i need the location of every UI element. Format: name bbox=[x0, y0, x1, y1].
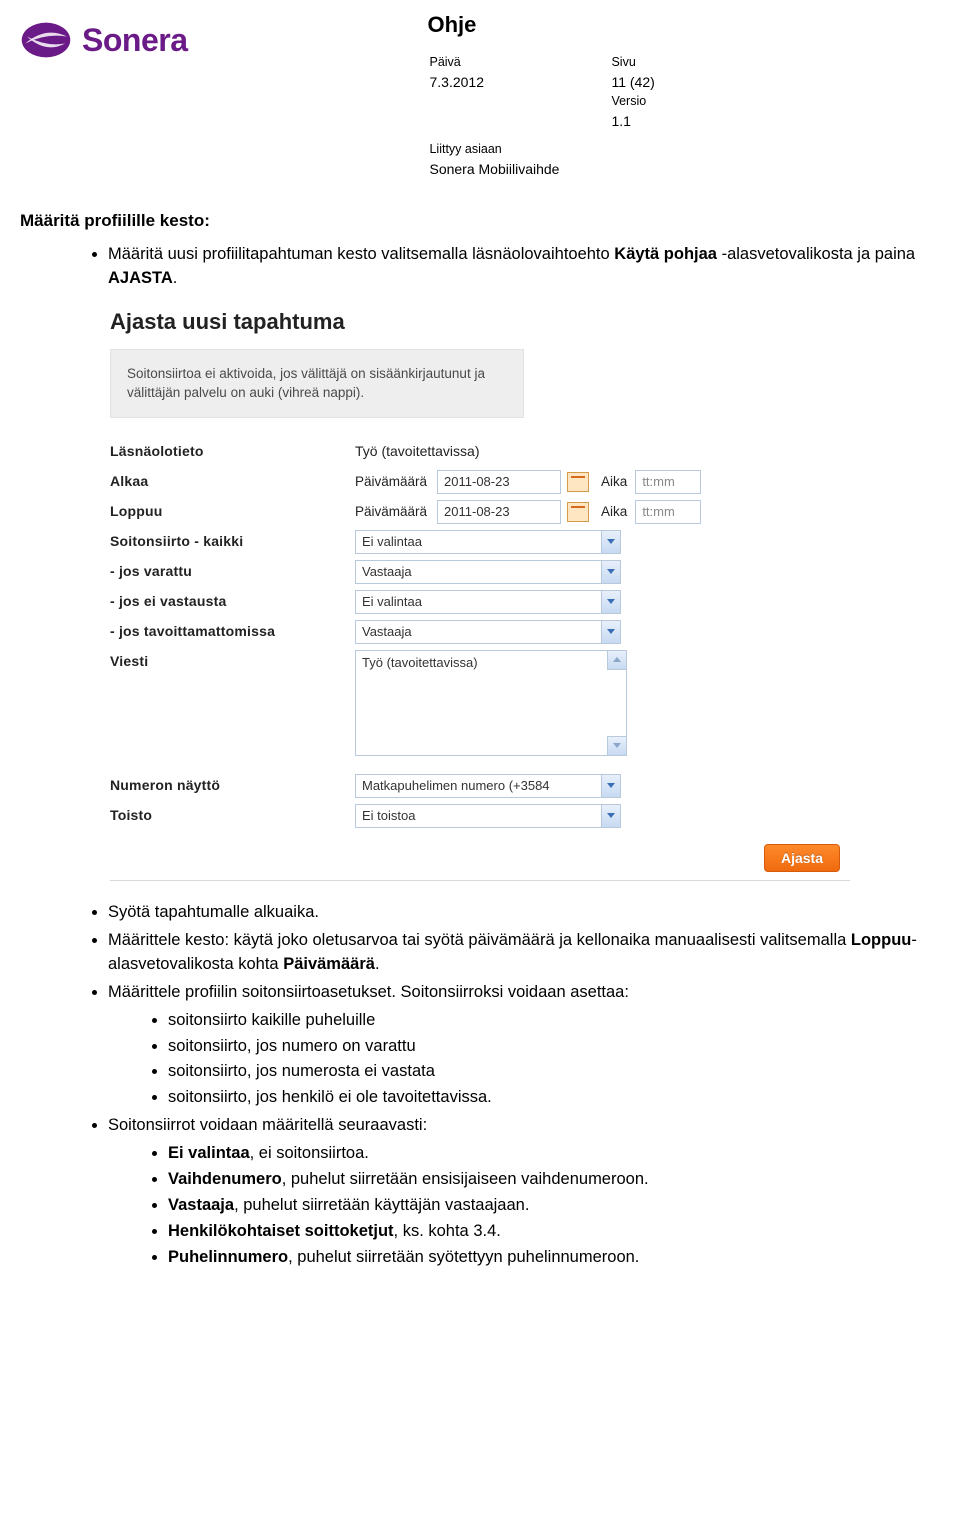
sub-item: Henkilökohtaiset soittoketjut, ks. kohta… bbox=[168, 1220, 940, 1244]
page-label: Sivu bbox=[611, 54, 704, 71]
bullet-kesto: Määrittele kesto: käytä joko oletusarvoa… bbox=[108, 929, 940, 977]
label-ends: Loppuu bbox=[110, 500, 355, 519]
label-message: Viesti bbox=[110, 650, 355, 669]
divider bbox=[110, 880, 850, 881]
bullet-soitonsiirto: Määrittele profiilin soitonsiirtoasetuks… bbox=[108, 981, 940, 1111]
select-if-unreach[interactable]: Vastaaja bbox=[355, 620, 621, 644]
sub-item: Vastaaja, puhelut siirretään käyttäjän v… bbox=[168, 1194, 940, 1218]
date-value: 7.3.2012 bbox=[429, 73, 609, 92]
sub-item: soitonsiirto, jos numero on varattu bbox=[168, 1035, 940, 1059]
sub-item: Ei valintaa, ei soitonsiirtoa. bbox=[168, 1142, 940, 1166]
label-if-unreach: - jos tavoittamattomissa bbox=[110, 620, 355, 639]
select-if-noanswer[interactable]: Ei valintaa bbox=[355, 590, 621, 614]
label-starts: Alkaa bbox=[110, 470, 355, 489]
sub-item: soitonsiirto, jos henkilö ei ole tavoite… bbox=[168, 1086, 940, 1110]
calendar-icon[interactable] bbox=[567, 502, 589, 522]
chevron-down-icon bbox=[601, 621, 620, 643]
intro-bullet: Määritä uusi profiilitapahtuman kesto va… bbox=[108, 243, 940, 291]
version-label: Versio bbox=[611, 93, 704, 110]
label-fwd-all: Soitonsiirto - kaikki bbox=[110, 530, 355, 549]
chevron-down-icon bbox=[601, 805, 620, 827]
chevron-down-icon bbox=[601, 561, 620, 583]
embed-notice: Soitonsiirtoa ei aktivoida, jos välittäj… bbox=[110, 349, 524, 418]
relates-value: Sonera Mobiilivaihde bbox=[429, 160, 609, 179]
chevron-down-icon bbox=[601, 591, 620, 613]
label-date-word-2: Päivämäärä bbox=[355, 504, 431, 519]
sub-list-1: soitonsiirto kaikille puheluille soitons… bbox=[108, 1009, 940, 1111]
sub-list-2: Ei valintaa, ei soitonsiirtoa. Vaihdenum… bbox=[108, 1142, 940, 1270]
select-repeat[interactable]: Ei toistoa bbox=[355, 804, 621, 828]
sub-item: Vaihdenumero, puhelut siirretään ensisij… bbox=[168, 1168, 940, 1192]
brand-name: Sonera bbox=[82, 22, 187, 59]
relates-label: Liittyy asiaan bbox=[429, 133, 609, 158]
chevron-down-icon bbox=[601, 531, 620, 553]
embedded-form: Ajasta uusi tapahtuma Soitonsiirtoa ei a… bbox=[110, 309, 850, 881]
brand-logo: Sonera bbox=[20, 14, 187, 66]
label-time-word-2: Aika bbox=[601, 504, 627, 519]
select-fwd-all[interactable]: Ei valintaa bbox=[355, 530, 621, 554]
message-textarea[interactable]: Työ (tavoitettavissa) bbox=[355, 650, 627, 756]
select-number-display[interactable]: Matkapuhelimen numero (+3584 bbox=[355, 774, 621, 798]
page-value: 11 (42) bbox=[611, 73, 704, 92]
start-date-input[interactable] bbox=[437, 470, 561, 494]
embed-title: Ajasta uusi tapahtuma bbox=[110, 309, 850, 335]
page-header: Sonera Ohje Päivä Sivu 7.3.2012 11 (42) … bbox=[20, 10, 940, 181]
calendar-icon[interactable] bbox=[567, 472, 589, 492]
label-time-word-1: Aika bbox=[601, 474, 627, 489]
label-if-noanswer: - jos ei vastausta bbox=[110, 590, 355, 609]
label-presence: Läsnäolotieto bbox=[110, 440, 355, 459]
sub-item: soitonsiirto kaikille puheluille bbox=[168, 1009, 940, 1033]
label-date-word-1: Päivämäärä bbox=[355, 474, 431, 489]
after-list: Syötä tapahtumalle alkuaika. Määrittele … bbox=[20, 901, 940, 1270]
end-date-input[interactable] bbox=[437, 500, 561, 524]
scroll-up-icon[interactable] bbox=[607, 651, 626, 670]
select-if-busy[interactable]: Vastaaja bbox=[355, 560, 621, 584]
sub-item: soitonsiirto, jos numerosta ei vastata bbox=[168, 1060, 940, 1084]
ajasta-button[interactable]: Ajasta bbox=[764, 844, 840, 872]
doc-title: Ohje bbox=[427, 10, 706, 40]
section-title: Määritä profiilille kesto: bbox=[20, 211, 940, 231]
version-value: 1.1 bbox=[611, 112, 704, 131]
sub-item: Puhelinnumero, puhelut siirretään syötet… bbox=[168, 1246, 940, 1270]
label-if-busy: - jos varattu bbox=[110, 560, 355, 579]
sonera-swirl-icon bbox=[20, 14, 72, 66]
header-meta: Ohje Päivä Sivu 7.3.2012 11 (42) Versio … bbox=[427, 10, 706, 181]
meta-table: Päivä Sivu 7.3.2012 11 (42) Versio 1.1 L… bbox=[427, 52, 706, 181]
scroll-down-icon[interactable] bbox=[607, 736, 626, 755]
chevron-down-icon bbox=[601, 775, 620, 797]
label-number-display: Numeron näyttö bbox=[110, 774, 355, 793]
bullet-alkuaika: Syötä tapahtumalle alkuaika. bbox=[108, 901, 940, 925]
label-repeat: Toisto bbox=[110, 804, 355, 823]
start-time-input[interactable] bbox=[635, 470, 701, 494]
date-label: Päivä bbox=[429, 54, 609, 71]
intro-list: Määritä uusi profiilitapahtuman kesto va… bbox=[20, 243, 940, 291]
value-presence: Työ (tavoitettavissa) bbox=[355, 440, 850, 459]
bullet-seuraavasti: Soitonsiirrot voidaan määritellä seuraav… bbox=[108, 1114, 940, 1270]
end-time-input[interactable] bbox=[635, 500, 701, 524]
